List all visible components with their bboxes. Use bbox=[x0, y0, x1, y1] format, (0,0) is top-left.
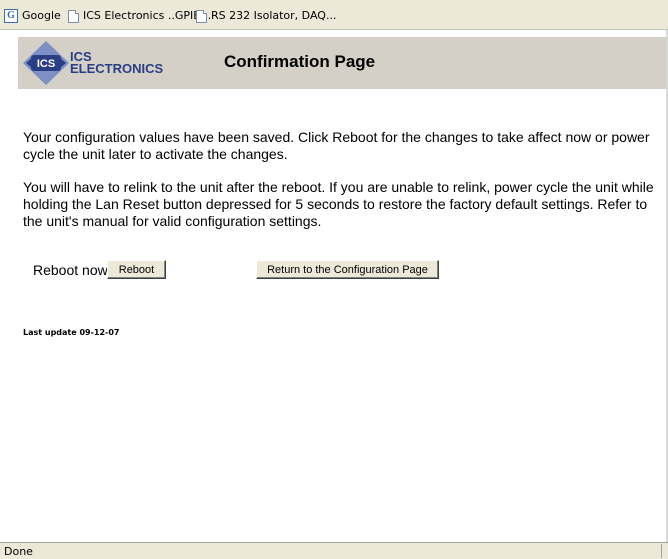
reboot-button[interactable]: Reboot bbox=[107, 260, 166, 279]
bookmark-google[interactable]: G Google bbox=[4, 8, 61, 24]
bookmark-label: RS 232 Isolator, DAQ... bbox=[211, 9, 337, 22]
ics-logo-icon: ICS bbox=[23, 41, 69, 85]
status-text: Done bbox=[4, 545, 33, 558]
company-name: ICS ELECTRONICS bbox=[70, 50, 164, 76]
page-icon bbox=[68, 9, 79, 23]
bookmark-label: ICS Electronics ..GPIB... bbox=[83, 9, 212, 22]
status-bar: Done bbox=[0, 542, 668, 559]
logo-line2: ELECTRONICS bbox=[70, 61, 164, 76]
page-header: ICS ICS ELECTRONICS Confirmation Page bbox=[18, 37, 668, 89]
bookmark-ics-gpib[interactable]: ICS Electronics ..GPIB... bbox=[68, 8, 211, 24]
page-icon bbox=[196, 9, 207, 23]
return-to-config-button[interactable]: Return to the Configuration Page bbox=[256, 260, 439, 279]
bookmark-label: Google bbox=[22, 9, 61, 22]
reboot-now-label: Reboot now bbox=[33, 262, 108, 278]
bookmark-rs232[interactable]: RS 232 Isolator, DAQ... bbox=[196, 8, 336, 24]
saved-message: Your configuration values have been save… bbox=[23, 129, 650, 162]
bookmarks-toolbar: G Google ICS Electronics ..GPIB... RS 232… bbox=[0, 0, 668, 30]
main-content: Your configuration values have been save… bbox=[23, 129, 668, 246]
status-divider bbox=[661, 544, 662, 558]
page-title: Confirmation Page bbox=[224, 52, 376, 71]
google-icon: G bbox=[4, 9, 18, 23]
last-update-text: Last update 09-12-07 bbox=[23, 328, 120, 337]
logo-abbrev: ICS bbox=[37, 58, 55, 70]
relink-instructions: You will have to relink to the unit afte… bbox=[23, 179, 654, 229]
